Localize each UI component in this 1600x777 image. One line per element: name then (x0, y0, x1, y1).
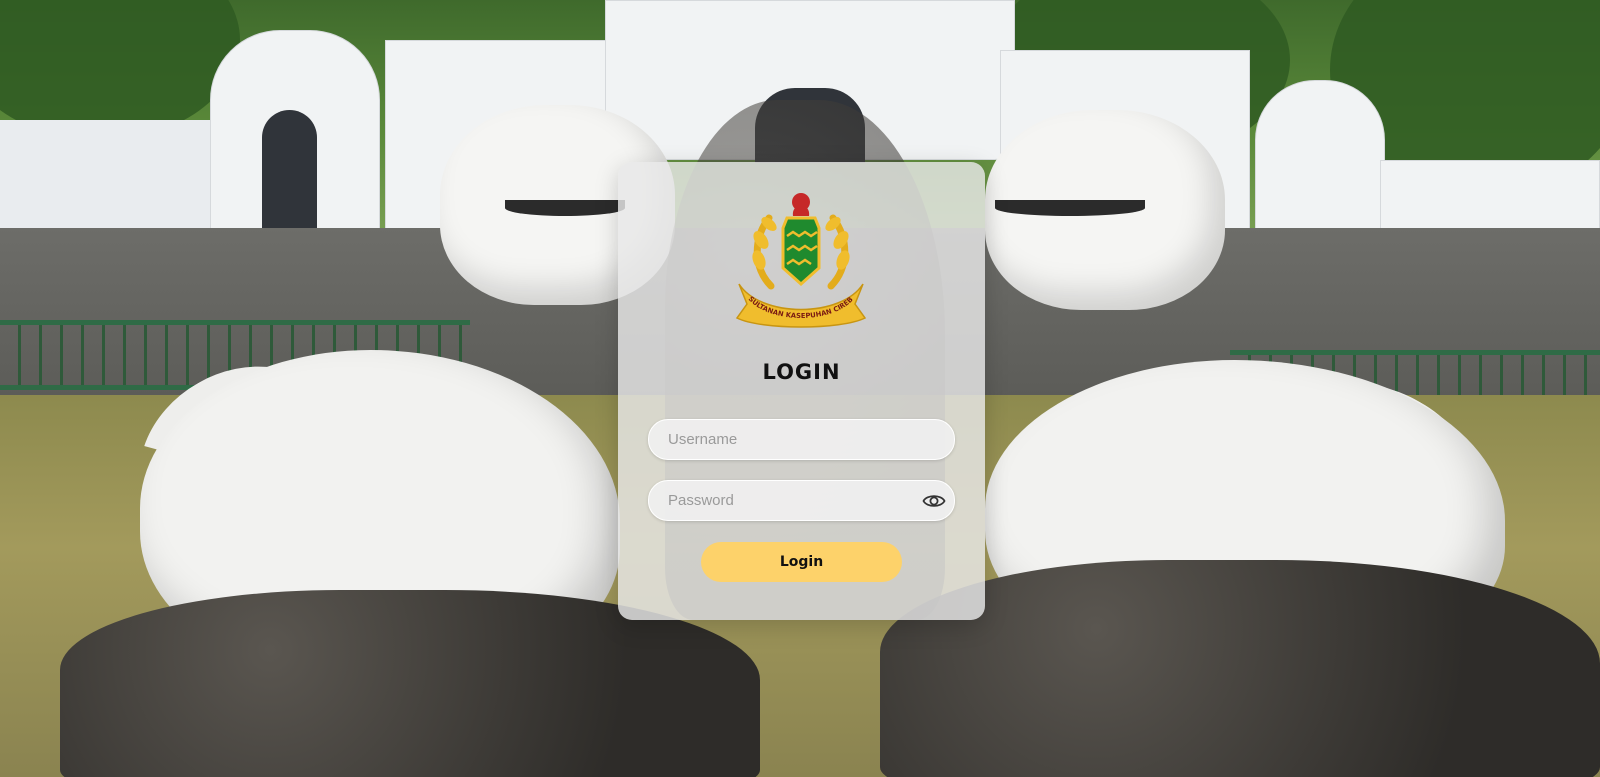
lion-mouth-left (505, 200, 625, 216)
login-title: LOGIN (762, 360, 841, 384)
eye-icon[interactable] (922, 490, 946, 512)
password-input[interactable] (649, 481, 954, 520)
kasepuhan-crest-logo: KASULTANAN KASEPUHAN CIREBON (731, 188, 867, 328)
username-input[interactable] (649, 420, 954, 459)
login-button[interactable]: Login (701, 542, 902, 582)
gate-doorway (262, 110, 317, 230)
white-wall (0, 120, 215, 230)
login-card: KASULTANAN KASEPUHAN CIREBON LOGIN Login (618, 162, 985, 620)
lion-mouth-right (995, 200, 1145, 216)
password-field-container (648, 480, 955, 521)
rock-pedestal-right (880, 560, 1600, 777)
username-field-container (648, 419, 955, 460)
